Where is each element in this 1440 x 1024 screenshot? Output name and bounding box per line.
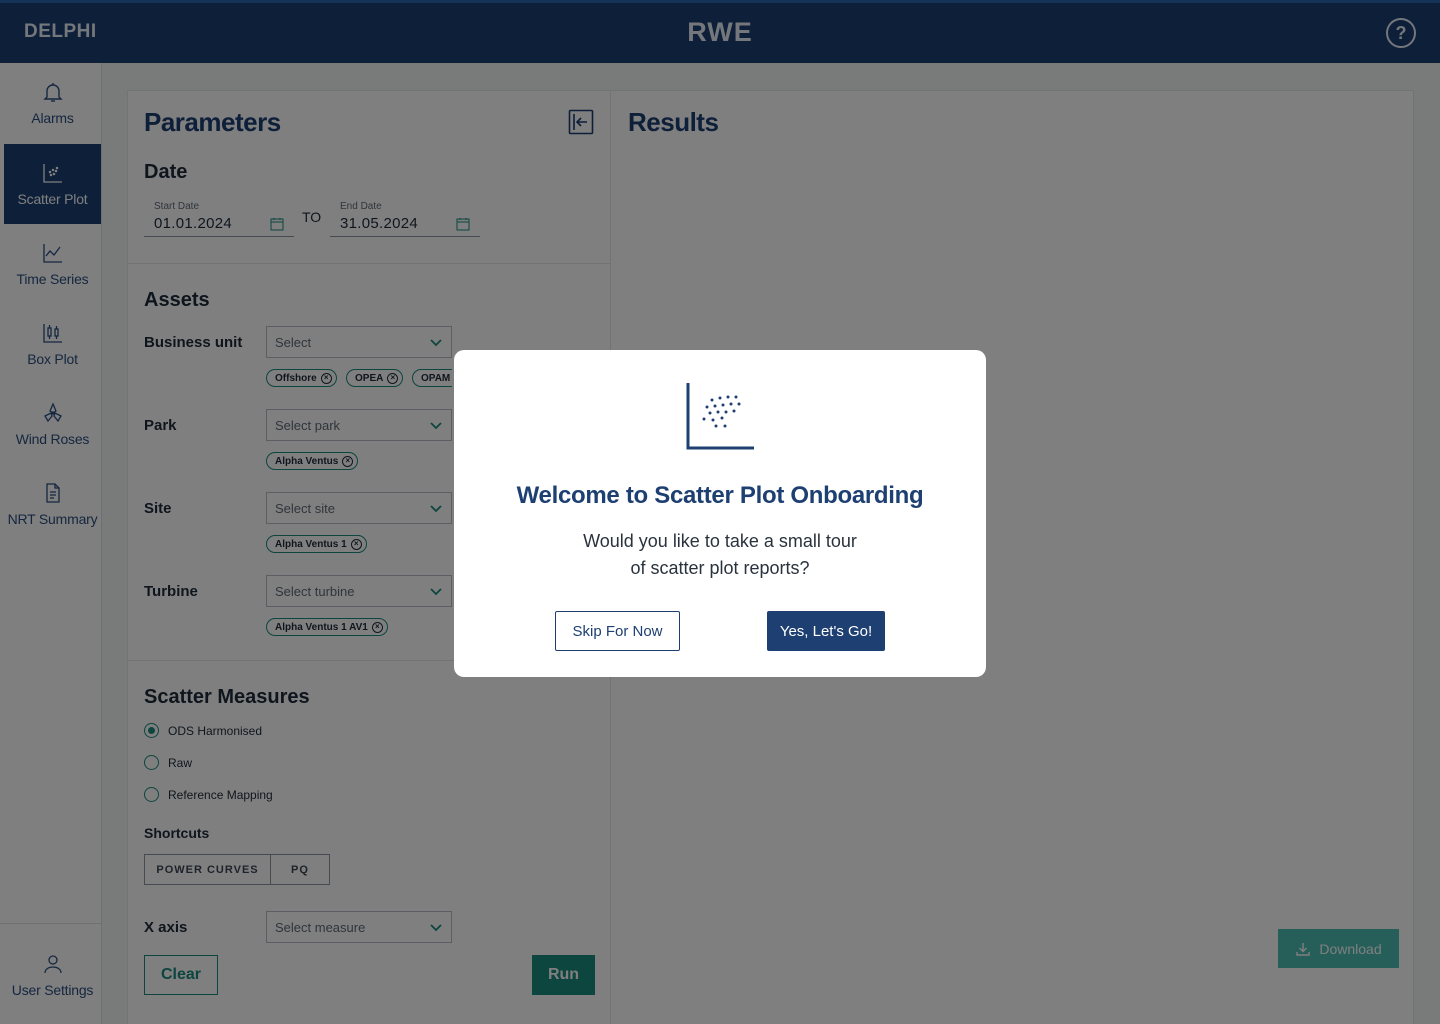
modal-body-line: of scatter plot reports?: [630, 558, 810, 578]
modal-body-line: Would you like to take a small tour: [583, 531, 857, 551]
modal-title: Welcome to Scatter Plot Onboarding: [516, 482, 924, 509]
start-tour-button[interactable]: Yes, Let's Go!: [767, 611, 885, 651]
scatter-plot-icon: [686, 383, 754, 450]
modal-body: Would you like to take a small tour of s…: [554, 528, 886, 582]
skip-button[interactable]: Skip For Now: [555, 611, 680, 651]
onboarding-modal: Welcome to Scatter Plot Onboarding Would…: [454, 350, 986, 677]
